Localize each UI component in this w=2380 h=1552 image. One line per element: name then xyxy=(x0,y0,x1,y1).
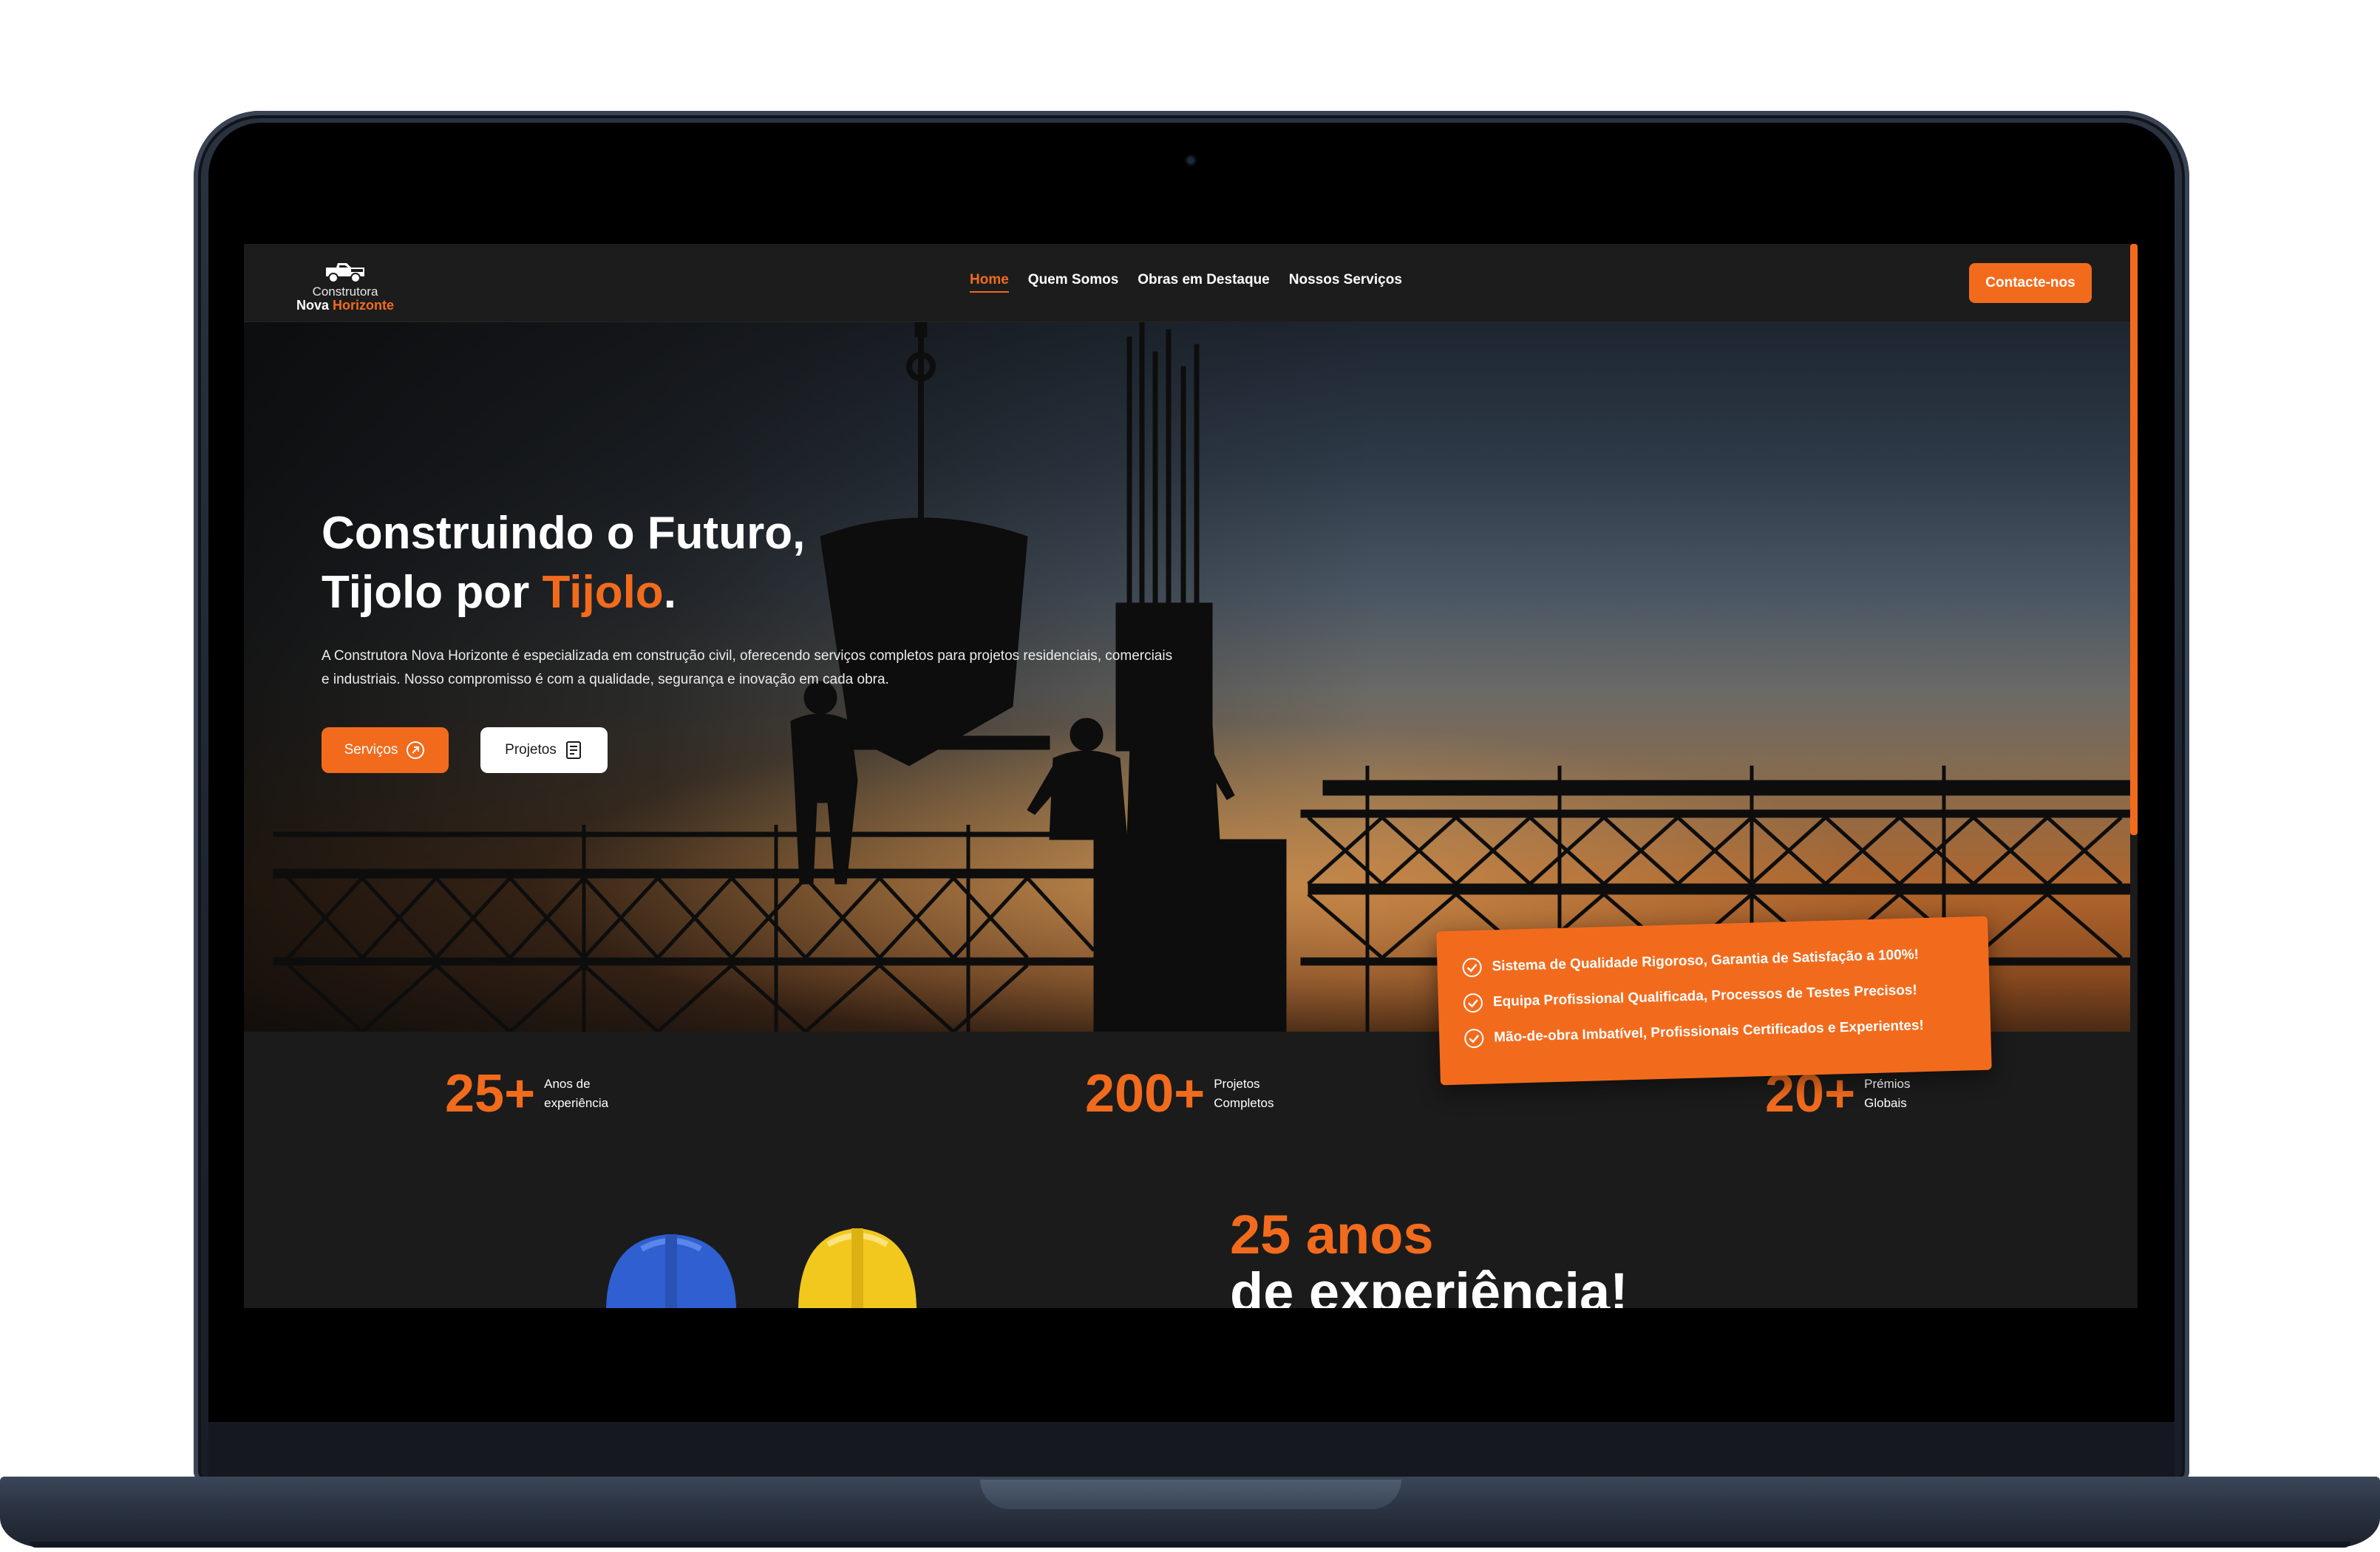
stat-years: 25+ Anos de experiência xyxy=(445,1064,608,1123)
main-nav: Home Quem Somos Obras em Destaque Nossos… xyxy=(970,272,1402,293)
stat-label: Anos de experiência xyxy=(544,1075,608,1113)
camera-icon xyxy=(1187,157,1194,164)
hero-title-line2: Tijolo por Tijolo. xyxy=(322,563,987,622)
nav-link-nossos-servicos[interactable]: Nossos Serviços xyxy=(1289,272,1402,293)
blue-helmet-image xyxy=(606,1234,736,1308)
feature-text: Sistema de Qualidade Rigoroso, Garantia … xyxy=(1492,947,1920,975)
features-card: Sistema de Qualidade Rigoroso, Garantia … xyxy=(1436,916,1992,1086)
feature-text: Equipa Profissional Qualificada, Process… xyxy=(1492,982,1918,1010)
stat-label-line1: Anos de xyxy=(544,1077,591,1091)
projects-button-label: Projetos xyxy=(505,742,557,758)
laptop-notch xyxy=(980,1480,1401,1509)
navbar: Construtora Nova Horizonte Home Quem Som… xyxy=(244,244,2130,322)
about-title-line2: de experiência! xyxy=(1230,1262,1628,1309)
logo-text-accent: Horizonte xyxy=(333,298,395,313)
about-title-line1: 25 anos xyxy=(1230,1204,1434,1265)
hero-description: A Construtora Nova Horizonte é especiali… xyxy=(322,648,1173,687)
nav-link-obras-em-destaque[interactable]: Obras em Destaque xyxy=(1138,272,1269,293)
check-circle-icon xyxy=(1462,992,1485,1015)
contact-button[interactable]: Contacte-nos xyxy=(1969,263,2092,303)
stat-projects: 200+ Projetos Completos xyxy=(1085,1064,1274,1123)
logo-text-top: Construtora xyxy=(312,285,378,299)
check-circle-icon xyxy=(1463,1027,1486,1050)
truck-logo-icon xyxy=(326,263,364,283)
stat-value: 200+ xyxy=(1085,1064,1206,1123)
stat-label: Projetos Completos xyxy=(1214,1075,1274,1113)
stat-label-line1: Projetos xyxy=(1214,1077,1260,1091)
stat-label-line1: Prémios xyxy=(1864,1077,1911,1091)
nav-link-home[interactable]: Home xyxy=(970,272,1009,293)
stat-label-line2: Globais xyxy=(1864,1096,1907,1110)
document-icon xyxy=(564,740,583,760)
scrollbar-track[interactable] xyxy=(2130,244,2138,1308)
logo[interactable]: Construtora Nova Horizonte xyxy=(282,259,408,313)
check-circle-icon xyxy=(1461,956,1483,979)
about-title: 25 anos de experiência! xyxy=(1230,1204,1821,1309)
stat-value: 25+ xyxy=(445,1064,536,1123)
projects-button[interactable]: Projetos xyxy=(480,727,608,773)
stat-label-line2: Completos xyxy=(1214,1096,1274,1110)
nav-link-quem-somos[interactable]: Quem Somos xyxy=(1028,272,1118,293)
hero-title-accent: Tijolo xyxy=(542,567,664,618)
scrollbar-thumb[interactable] xyxy=(2130,244,2138,835)
yellow-helmet-image xyxy=(798,1228,917,1308)
stat-label-line2: experiência xyxy=(544,1096,609,1110)
feature-text: Mão-de-obra Imbatível, Profissionais Cer… xyxy=(1493,1018,1925,1046)
hero-title-line1: Construindo o Futuro, xyxy=(322,508,806,559)
hero-title: Construindo o Futuro, Tijolo por Tijolo. xyxy=(322,504,987,622)
arrow-up-right-circle-icon xyxy=(405,740,426,760)
logo-text-prefix: Nova xyxy=(296,298,329,313)
logo-text-bottom: Nova Horizonte xyxy=(282,299,408,312)
website-screen: Construtora Nova Horizonte Home Quem Som… xyxy=(244,244,2138,1308)
laptop-chin xyxy=(208,1422,2175,1478)
services-button[interactable]: Serviços xyxy=(322,727,449,773)
services-button-label: Serviços xyxy=(344,742,398,758)
hero-title-line2-prefix: Tijolo por xyxy=(322,567,543,618)
stat-label: Prémios Globais xyxy=(1864,1075,1910,1113)
laptop-base-edge xyxy=(30,1542,2350,1548)
hero-title-line2-suffix: . xyxy=(663,567,676,618)
